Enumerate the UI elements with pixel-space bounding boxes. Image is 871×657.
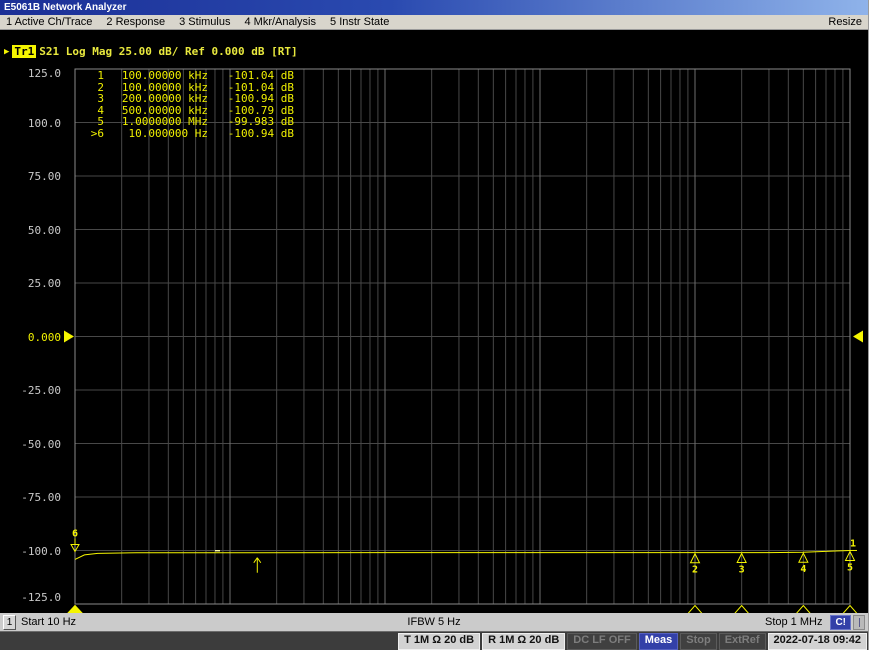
- y-axis-label-reference: 0.000: [3, 331, 61, 344]
- trace-line: [75, 550, 850, 559]
- marker-number: 3: [739, 565, 745, 576]
- y-axis-label: 125.0: [3, 67, 61, 80]
- y-axis-label: 25.00: [3, 277, 61, 290]
- menu-bar: 1 Active Ch/Trace 2 Response 3 Stimulus 4 M…: [0, 15, 868, 30]
- y-axis-label: -50.00: [3, 438, 61, 451]
- marker-stimulus-triangle: [843, 606, 857, 614]
- reference-level-arrow-right: [853, 331, 863, 343]
- resize-button[interactable]: Resize: [828, 16, 862, 28]
- instrument-status-bar: T 1M Ω 20 dBR 1M Ω 20 dBDC LF OFFMeasSto…: [0, 631, 868, 650]
- marker-number: >6: [84, 128, 104, 140]
- channel-status-bar: 1 Start 10 Hz IFBW 5 Hz Stop 1 MHz C!: [0, 613, 868, 631]
- title-bar: E5061B Network Analyzer: [0, 0, 868, 15]
- marker-stimulus-triangle: [688, 606, 702, 614]
- sweep-start-label: Start 10 Hz: [21, 616, 76, 628]
- menu-item-2[interactable]: 2 Response: [106, 16, 165, 28]
- channel-number-box[interactable]: 1: [3, 615, 16, 630]
- marker-number: 4: [800, 564, 806, 575]
- y-axis-label: -75.00: [3, 491, 61, 504]
- y-axis-label: 50.00: [3, 224, 61, 237]
- status-indicator-2022-07-18-09-42: 2022-07-18 09:42: [768, 633, 867, 650]
- marker-stimulus-triangle: [796, 606, 810, 614]
- menu-item-4[interactable]: 4 Mkr/Analysis: [244, 16, 316, 28]
- y-axis-label: -125.0: [3, 591, 61, 604]
- active-marker-number: 6: [72, 529, 78, 540]
- status-indicator-t-1m-20-db: T 1M Ω 20 dB: [398, 633, 480, 650]
- y-axis-label: -25.00: [3, 384, 61, 397]
- menu-item-3[interactable]: 3 Stimulus: [179, 16, 230, 28]
- status-indicator-stop: Stop: [680, 633, 716, 650]
- marker-readout-row: 3200.00000 kHz -100.94 dB: [84, 93, 294, 105]
- trace-glitch-arrow: [257, 558, 261, 563]
- marker-value: -101.04 dB: [214, 70, 294, 82]
- menu-item-5[interactable]: 5 Instr State: [330, 16, 389, 28]
- marker-frequency: 200.00000 kHz: [104, 93, 208, 105]
- menu-item-1[interactable]: 1 Active Ch/Trace: [6, 16, 92, 28]
- marker-value: -99.983 dB: [214, 116, 294, 128]
- instrument-screen: ▶ Tr1 S21 Log Mag 25.00 dB/ Ref 0.000 dB…: [0, 30, 868, 613]
- window-title: E5061B Network Analyzer: [4, 2, 126, 13]
- trace-glitch-arrow: [254, 558, 258, 563]
- y-axis-label: -100.0: [3, 545, 61, 558]
- trace-number-label: 1: [850, 538, 856, 549]
- sweep-stop-label: Stop 1 MHz: [765, 616, 822, 628]
- marker-value: -100.94 dB: [214, 128, 294, 140]
- marker-stimulus-triangle: [735, 606, 749, 614]
- correction-status-badge: C!: [830, 615, 851, 630]
- status-indicator-dc-lf-off: DC LF OFF: [567, 633, 636, 650]
- reference-level-arrow-left: [64, 331, 74, 343]
- marker-readout-table: 1100.00000 kHz-101.04 dB2100.00000 kHz-1…: [84, 70, 294, 139]
- marker-number: 1: [84, 70, 104, 82]
- marker-number: 2: [692, 565, 698, 576]
- status-indicator-extref: ExtRef: [719, 633, 766, 650]
- marker-readout-row: >610.000000 Hz -100.94 dB: [84, 128, 294, 140]
- marker-frequency: 100.00000 kHz: [104, 70, 208, 82]
- menu-items: 1 Active Ch/Trace 2 Response 3 Stimulus 4 M…: [6, 16, 389, 28]
- ifbw-label: IFBW 5 Hz: [407, 616, 460, 628]
- y-axis-label: 75.00: [3, 170, 61, 183]
- status-indicator-meas: Meas: [639, 633, 679, 650]
- marker-value: -100.94 dB: [214, 93, 294, 105]
- marker-frequency: 1.0000000 MHz: [104, 116, 208, 128]
- marker-frequency: 10.000000 Hz: [104, 128, 208, 140]
- status-indicator-r-1m-20-db: R 1M Ω 20 dB: [482, 633, 565, 650]
- marker-number: 3: [84, 93, 104, 105]
- marker-number: 5: [847, 562, 853, 573]
- channel-expand-control[interactable]: [853, 615, 865, 630]
- y-axis-label: 100.0: [3, 117, 61, 130]
- channel-bar-right: Stop 1 MHz C!: [461, 615, 868, 630]
- channel-expand-glyph: [859, 618, 860, 627]
- marker-number: 5: [84, 116, 104, 128]
- app-window: E5061B Network Analyzer 1 Active Ch/Trac…: [0, 0, 869, 650]
- active-marker-stimulus-triangle: [67, 606, 83, 614]
- marker-readout-row: 1100.00000 kHz -101.04 dB: [84, 70, 294, 82]
- marker-readout-row: 51.0000000 MHz -99.983 dB: [84, 116, 294, 128]
- channel-bar-left: 1 Start 10 Hz: [0, 615, 407, 630]
